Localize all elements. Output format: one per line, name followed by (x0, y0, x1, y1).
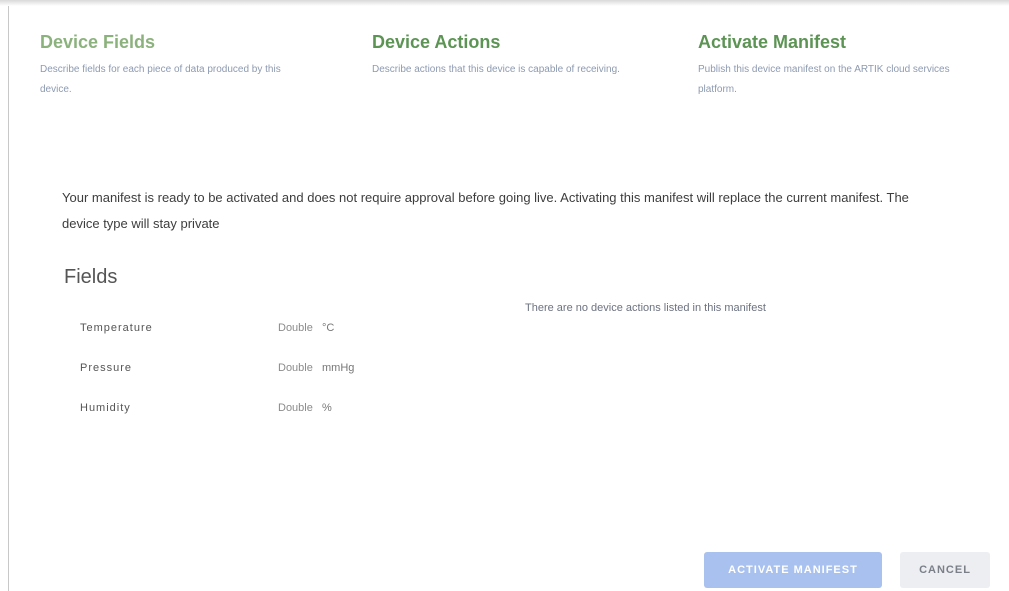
step-title: Device Actions (372, 32, 501, 52)
no-actions-message: There are no device actions listed in th… (525, 302, 766, 314)
field-name: Pressure (80, 362, 133, 374)
step-title: Activate Manifest (698, 32, 847, 52)
step-description: Describe fields for each piece of data p… (40, 64, 281, 95)
step-description: Describe actions that this device is cap… (372, 64, 620, 75)
activate-manifest-page: Device Fields Describe fields for each p… (0, 0, 1009, 591)
activate-manifest-button[interactable]: ACTIVATE MANIFEST (704, 552, 882, 588)
step-device-fields[interactable]: Device Fields Describe fields for each p… (40, 30, 310, 100)
table-row: Pressure Double mmHg (80, 348, 354, 388)
ready-message: Your manifest is ready to be activated a… (62, 190, 909, 231)
step-device-actions[interactable]: Device Actions Describe actions that thi… (372, 30, 642, 80)
field-type: Double (278, 322, 313, 334)
field-type: Double (278, 362, 313, 374)
table-row: Temperature Double °C (80, 308, 354, 348)
step-title: Device Fields (40, 32, 156, 52)
field-unit: % (322, 402, 332, 414)
table-row: Humidity Double % (80, 388, 354, 428)
field-name: Temperature (80, 322, 153, 334)
fields-table: Temperature Double °C Pressure Double mm… (80, 308, 354, 428)
field-unit: mmHg (322, 362, 355, 374)
cancel-button[interactable]: CANCEL (900, 552, 990, 588)
field-name: Humidity (80, 402, 131, 414)
step-activate-manifest[interactable]: Activate Manifest Publish this device ma… (698, 30, 968, 100)
field-type: Double (278, 402, 313, 414)
fields-heading: Fields (64, 266, 118, 288)
top-divider (0, 0, 1009, 6)
step-description: Publish this device manifest on the ARTI… (698, 64, 950, 95)
field-unit: °C (322, 322, 335, 334)
left-divider (8, 6, 9, 591)
